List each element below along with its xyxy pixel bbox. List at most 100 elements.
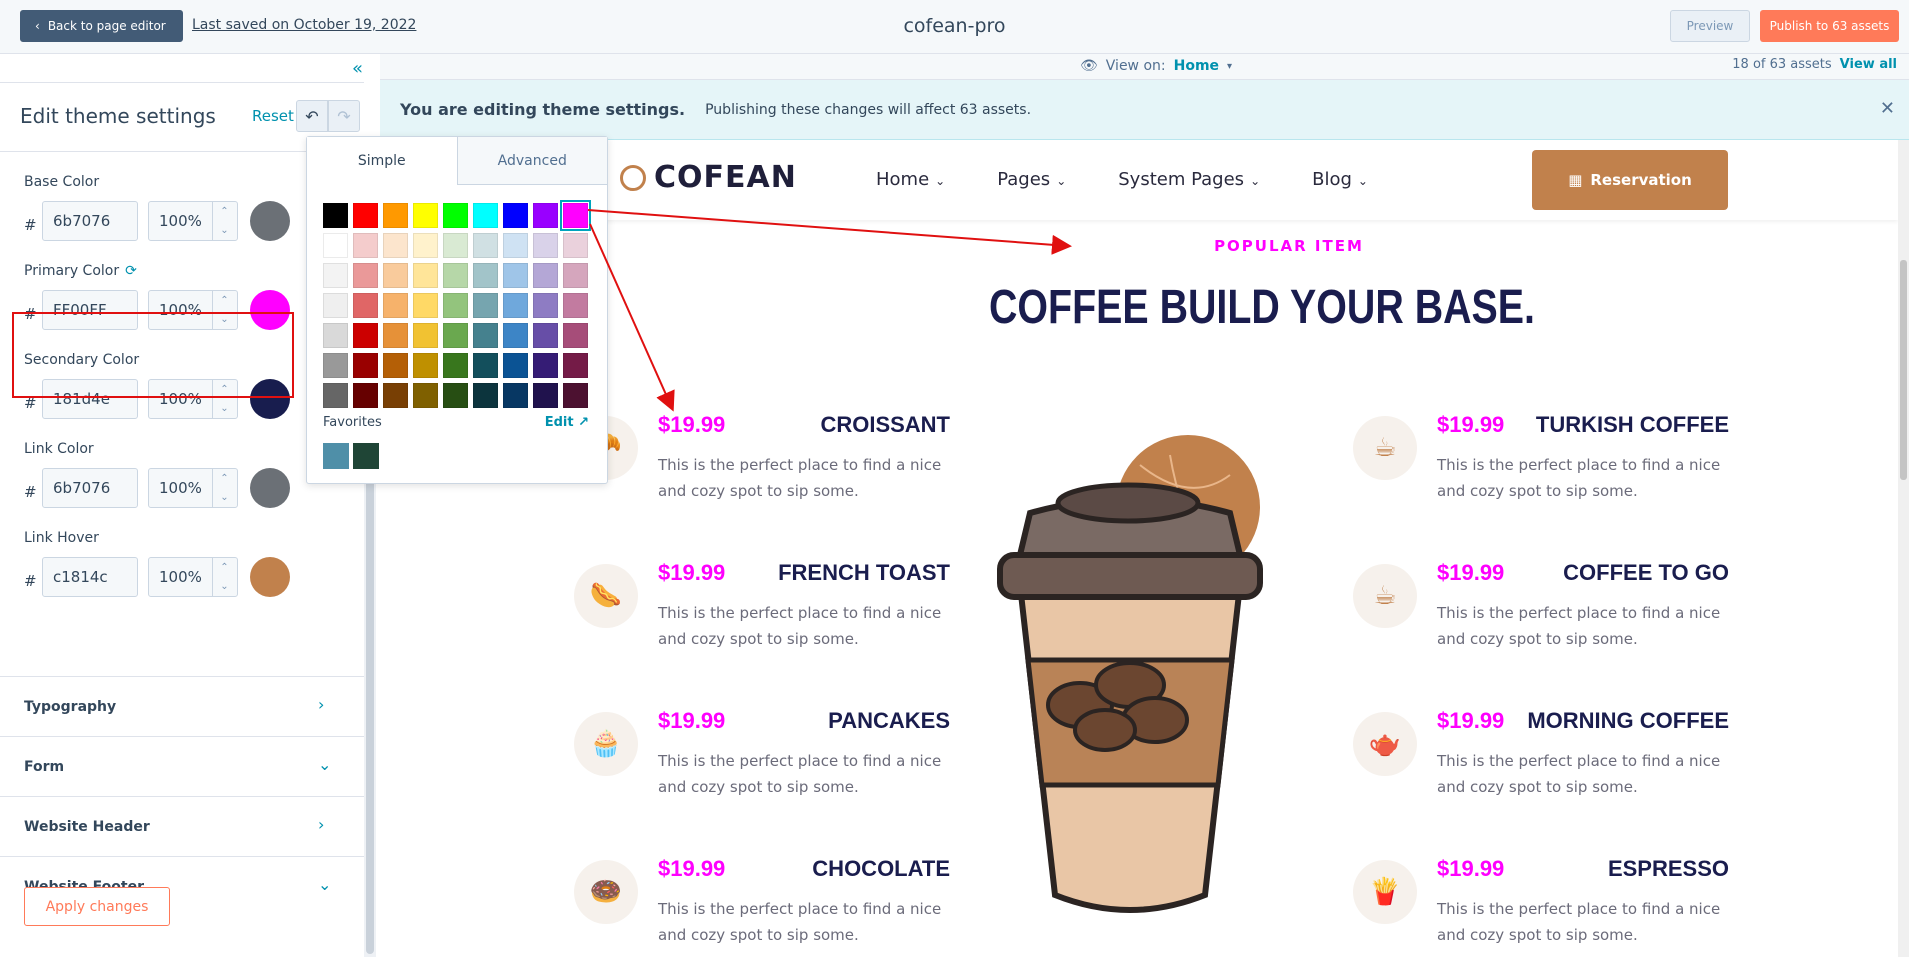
color-swatch[interactable] [383, 323, 408, 348]
color-swatch[interactable] [533, 203, 558, 228]
reservation-button[interactable]: ▦ Reservation [1532, 150, 1728, 210]
color-swatch[interactable] [323, 263, 348, 288]
color-swatch[interactable] [353, 323, 378, 348]
nav-item-blog[interactable]: Blog ⌄ [1312, 169, 1368, 190]
collapse-sidebar-icon[interactable]: « [352, 58, 363, 79]
hex-input[interactable]: 6b7076 [42, 468, 138, 508]
chevron-down-icon[interactable]: ⌄ [220, 581, 228, 592]
accordion-website-header[interactable]: Website Header › [0, 796, 364, 856]
color-swatch[interactable] [353, 263, 378, 288]
chevron-down-icon[interactable]: ⌄ [220, 225, 228, 236]
color-swatch[interactable] [323, 353, 348, 378]
color-swatch[interactable] [323, 323, 348, 348]
color-swatch[interactable] [353, 383, 378, 408]
nav-item-system-pages[interactable]: System Pages ⌄ [1118, 169, 1260, 190]
color-swatch[interactable] [353, 203, 378, 228]
color-swatch[interactable] [563, 383, 588, 408]
color-swatch[interactable] [413, 293, 438, 318]
color-swatch[interactable] [473, 323, 498, 348]
color-swatch[interactable] [563, 263, 588, 288]
color-swatch[interactable] [383, 293, 408, 318]
color-swatch[interactable] [503, 383, 528, 408]
edit-favorites-link[interactable]: Edit ↗ [545, 415, 589, 430]
refresh-icon[interactable]: ⟳ [125, 263, 137, 279]
color-swatch[interactable] [383, 353, 408, 378]
color-swatch[interactable] [413, 353, 438, 378]
color-swatch[interactable] [563, 293, 588, 318]
color-swatch-button[interactable] [250, 557, 290, 597]
chevron-up-icon[interactable]: ⌃ [220, 295, 228, 306]
color-swatch[interactable] [443, 203, 468, 228]
redo-button[interactable]: ↷ [328, 100, 360, 132]
color-swatch[interactable] [533, 293, 558, 318]
color-swatch[interactable] [503, 353, 528, 378]
back-to-editor-button[interactable]: ‹ Back to page editor [20, 10, 183, 42]
color-swatch[interactable] [383, 383, 408, 408]
color-swatch[interactable] [503, 323, 528, 348]
chevron-down-icon[interactable]: ⌄ [220, 492, 228, 503]
reset-button[interactable]: Reset [252, 107, 294, 125]
color-swatch[interactable] [383, 263, 408, 288]
color-swatch[interactable] [443, 383, 468, 408]
chevron-up-icon[interactable]: ⌃ [220, 206, 228, 217]
color-swatch[interactable] [473, 353, 498, 378]
color-swatch[interactable] [383, 233, 408, 258]
view-on-value[interactable]: Home [1174, 58, 1219, 74]
undo-button[interactable]: ↶ [296, 100, 328, 132]
color-swatch[interactable] [443, 353, 468, 378]
hex-input[interactable]: c1814c [42, 557, 138, 597]
opacity-stepper[interactable]: ⌃ ⌄ [212, 202, 236, 240]
chevron-up-icon[interactable]: ⌃ [220, 562, 228, 573]
hex-input[interactable]: 6b7076 [42, 201, 138, 241]
color-swatch[interactable] [353, 233, 378, 258]
color-swatch[interactable] [443, 293, 468, 318]
tab-simple[interactable]: Simple [307, 137, 458, 185]
color-swatch[interactable] [413, 233, 438, 258]
opacity-stepper[interactable]: ⌃ ⌄ [212, 558, 236, 596]
color-swatch-button[interactable] [250, 201, 290, 241]
nav-item-pages[interactable]: Pages ⌄ [997, 169, 1066, 190]
color-swatch[interactable] [533, 323, 558, 348]
color-swatch[interactable] [323, 233, 348, 258]
favorite-color-swatch[interactable] [353, 443, 379, 469]
chevron-down-icon[interactable]: ⌄ [220, 403, 228, 414]
color-swatch[interactable] [443, 233, 468, 258]
publish-button[interactable]: Publish to 63 assets [1760, 10, 1899, 42]
color-swatch[interactable] [503, 203, 528, 228]
color-swatch[interactable] [503, 233, 528, 258]
color-swatch[interactable] [503, 293, 528, 318]
color-swatch[interactable] [413, 383, 438, 408]
color-swatch[interactable] [383, 203, 408, 228]
preview-scroll-thumb[interactable] [1900, 260, 1907, 480]
color-swatch[interactable] [353, 293, 378, 318]
color-swatch[interactable] [563, 323, 588, 348]
color-swatch[interactable] [323, 383, 348, 408]
close-icon[interactable]: ✕ [1880, 98, 1895, 119]
color-swatch-button[interactable] [250, 468, 290, 508]
color-swatch[interactable] [533, 263, 558, 288]
preview-button[interactable]: Preview [1670, 10, 1750, 42]
color-swatch[interactable] [413, 263, 438, 288]
color-swatch[interactable] [353, 353, 378, 378]
color-swatch[interactable] [473, 203, 498, 228]
favorite-color-swatch[interactable] [323, 443, 349, 469]
accordion-form[interactable]: Form ⌄ [0, 736, 364, 796]
color-swatch[interactable] [533, 383, 558, 408]
nav-item-home[interactable]: Home ⌄ [876, 169, 945, 190]
color-swatch[interactable] [473, 263, 498, 288]
color-swatch[interactable] [473, 233, 498, 258]
last-saved-link[interactable]: Last saved on October 19, 2022 [192, 17, 416, 33]
opacity-stepper[interactable]: ⌃ ⌄ [212, 469, 236, 507]
color-swatch[interactable] [533, 353, 558, 378]
color-swatch[interactable] [560, 200, 591, 231]
color-swatch[interactable] [443, 263, 468, 288]
accordion-typography[interactable]: Typography › [0, 676, 364, 736]
color-swatch[interactable] [503, 263, 528, 288]
color-swatch[interactable] [533, 233, 558, 258]
tab-advanced[interactable]: Advanced [457, 137, 607, 185]
color-swatch[interactable] [563, 353, 588, 378]
site-logo[interactable]: COFEAN [620, 160, 797, 195]
color-swatch[interactable] [473, 293, 498, 318]
apply-changes-button[interactable]: Apply changes [24, 887, 170, 926]
view-on-selector[interactable]: 👁 View on: Home ▾ [1080, 58, 1232, 74]
